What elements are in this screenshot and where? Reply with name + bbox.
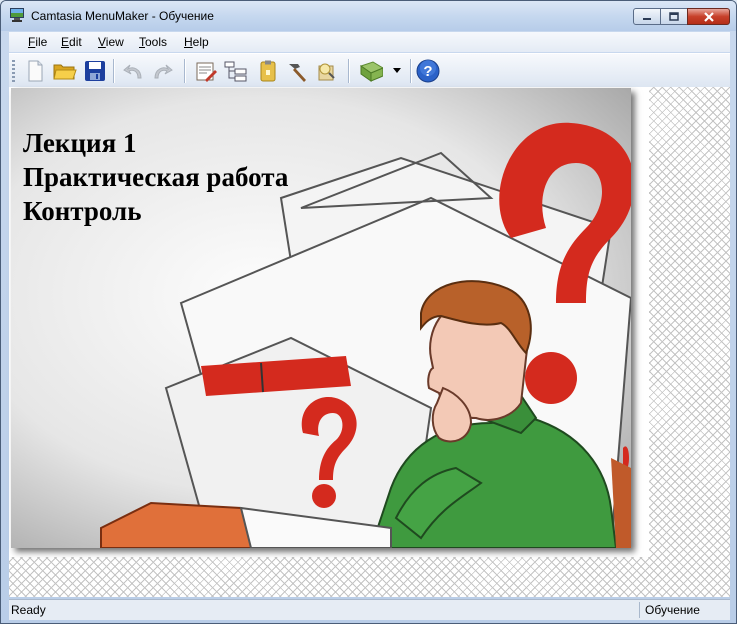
status-text: Ready: [11, 603, 46, 617]
status-bar: Ready Обучение: [9, 599, 730, 620]
menu-help[interactable]: Help: [184, 35, 209, 49]
save-icon: [85, 61, 105, 81]
menu-bar: File Edit View Tools Help: [9, 32, 730, 52]
maximize-button[interactable]: [660, 8, 688, 25]
minimize-button[interactable]: [633, 8, 661, 25]
open-folder-icon: [53, 64, 77, 80]
save-button[interactable]: [83, 59, 107, 83]
menu-view[interactable]: View: [98, 35, 124, 49]
clipboard-button[interactable]: [256, 59, 280, 83]
maximize-icon: [669, 12, 679, 21]
toolbar-separator: [348, 59, 350, 83]
close-button[interactable]: [687, 8, 730, 25]
toolbar-grip[interactable]: [12, 60, 15, 82]
title-bar[interactable]: Camtasia MenuMaker - Обучение: [1, 1, 736, 31]
template-dropdown[interactable]: [391, 59, 403, 83]
menu-item-practical[interactable]: Практическая работа: [23, 160, 288, 194]
toolbar: ?: [9, 53, 730, 88]
status-divider: [639, 602, 640, 618]
redo-button[interactable]: [150, 59, 174, 83]
template-icon: [359, 61, 383, 82]
minimize-icon: [643, 17, 651, 20]
preview-button[interactable]: [314, 59, 338, 83]
toolbar-separator: [410, 59, 412, 83]
toolbar-separator: [184, 59, 186, 83]
close-icon: [703, 11, 714, 22]
build-hammer-icon: [289, 64, 306, 82]
open-button[interactable]: [53, 59, 77, 83]
menu-tools[interactable]: Tools: [139, 35, 167, 49]
app-monitor-icon: [9, 8, 25, 22]
main-window: Camtasia MenuMaker - Обучение File Edit …: [0, 0, 737, 624]
redo-icon: [154, 64, 173, 79]
help-icon: ?: [416, 59, 440, 83]
properties-button[interactable]: [194, 59, 218, 83]
menu-item-control[interactable]: Контроль: [23, 194, 288, 228]
new-file-icon: [28, 60, 43, 82]
window-title: Camtasia MenuMaker - Обучение: [31, 9, 214, 23]
status-project-name: Обучение: [645, 603, 700, 617]
new-button[interactable]: [23, 59, 47, 83]
undo-button[interactable]: [122, 59, 146, 83]
chevron-down-icon: [393, 68, 401, 73]
clipboard-icon: [260, 60, 276, 82]
preview-icon: [318, 63, 335, 81]
menu-file[interactable]: File: [28, 35, 47, 49]
undo-icon: [123, 64, 142, 79]
canvas-page: Лекция 1 Практическая работа Контроль: [9, 87, 649, 557]
template-button[interactable]: [359, 59, 383, 83]
slide-menu-text: Лекция 1 Практическая работа Контроль: [23, 126, 288, 228]
menu-edit[interactable]: Edit: [61, 35, 82, 49]
menu-item-lecture[interactable]: Лекция 1: [23, 126, 288, 160]
menu-background-image[interactable]: Лекция 1 Практическая работа Контроль: [11, 88, 631, 548]
svg-text:?: ?: [423, 63, 432, 80]
menu-tree-icon: [224, 61, 247, 82]
menu-tree-button[interactable]: [224, 59, 248, 83]
help-button[interactable]: ?: [416, 59, 440, 83]
properties-icon: [196, 62, 217, 82]
window-controls: [633, 8, 730, 26]
build-button[interactable]: [285, 59, 309, 83]
design-canvas[interactable]: Лекция 1 Практическая работа Контроль: [9, 87, 730, 597]
toolbar-separator: [113, 59, 115, 83]
